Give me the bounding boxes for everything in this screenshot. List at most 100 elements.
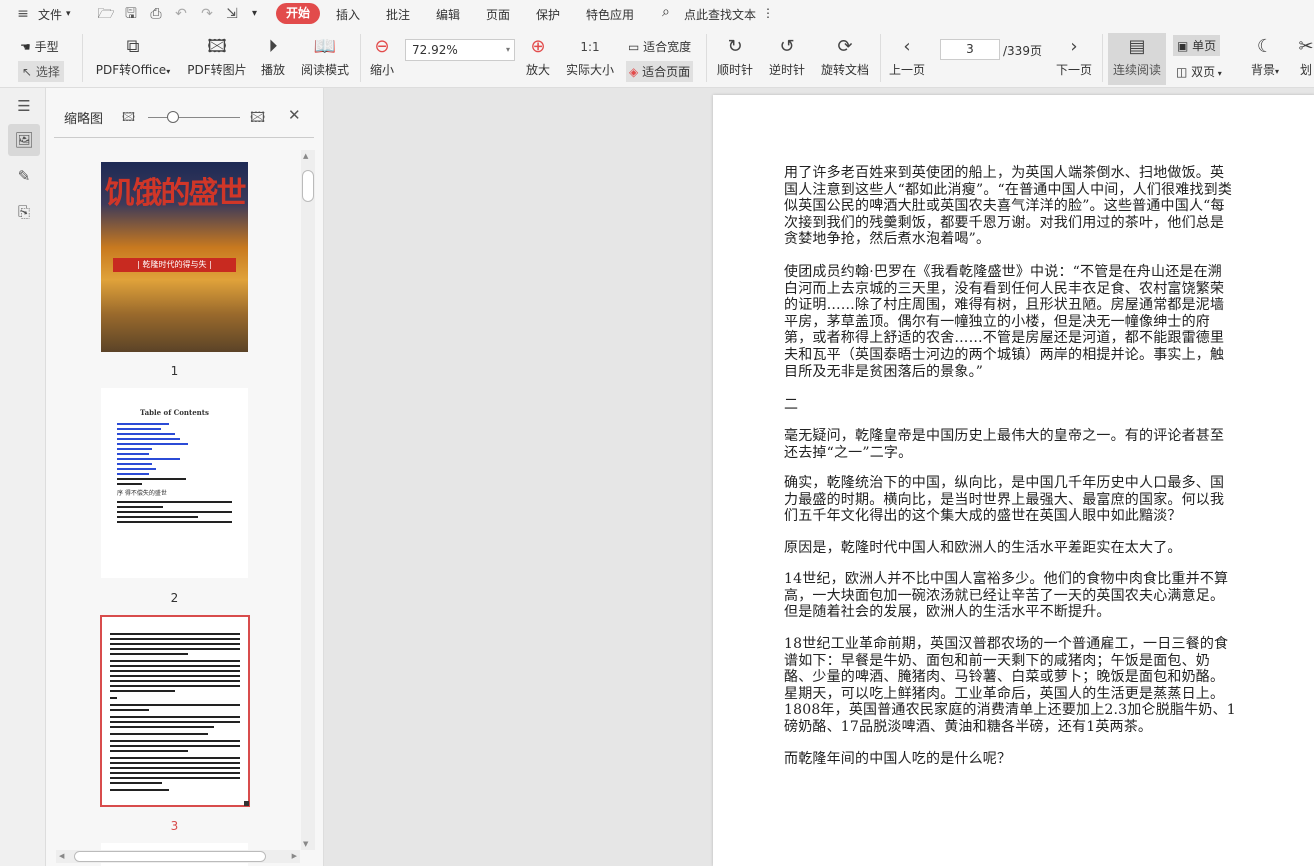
file-menu[interactable]: 文件	[38, 6, 62, 23]
undo-icon[interactable]: ↶	[172, 5, 190, 23]
read-mode-button[interactable]: 📖 阅读模式	[300, 36, 350, 78]
rotate-doc-icon: ⟳	[837, 36, 853, 57]
convert-icon[interactable]: ⇲	[223, 5, 241, 23]
thumbnail-label-2: 2	[170, 591, 179, 605]
zoom-in-icon: ⊕	[530, 36, 546, 57]
thumbnail-icon[interactable]: 🖼	[8, 124, 40, 156]
scrollbar-thumb[interactable]	[302, 170, 314, 202]
slider-handle[interactable]	[167, 111, 179, 123]
next-page-button[interactable]: › 下一页	[1055, 36, 1093, 78]
tab-edit[interactable]: 编辑	[436, 6, 460, 23]
single-page-button[interactable]: ▣ 单页	[1173, 35, 1221, 56]
continuous-icon: ▤	[1128, 36, 1146, 57]
paragraph: 毫无疑问，乾隆皇帝是中国历史上最伟大的皇帝之一。有的评论者甚至还去掉“之一”二字…	[784, 428, 1225, 461]
thumbnail-size-slider[interactable]	[148, 117, 240, 118]
paragraph: 使团成员约翰·巴罗在《我看乾隆盛世》中说：“不管是在舟山还是在溯白河而上去京城的…	[784, 264, 1225, 380]
sidebar-strip: ☰ 🖼 ✎ ⎘	[0, 88, 46, 866]
rotate-ccw-icon: ↺	[779, 36, 795, 57]
tab-insert[interactable]: 插入	[336, 6, 360, 23]
toc-preface: 序 得不偿失的盛世	[117, 490, 167, 497]
chevron-down-icon: ▾	[166, 67, 171, 76]
background-button[interactable]: ☾ 背景▾	[1248, 36, 1282, 78]
thumbnail-label-1: 1	[170, 364, 179, 378]
annotation-icon[interactable]: ✎	[8, 160, 40, 192]
thumbnail-scrollbar[interactable]: ▲ ▼	[301, 150, 315, 850]
play-button[interactable]: ⏵ 播放	[258, 36, 288, 78]
zoom-select[interactable]: 72.92% ▾	[405, 39, 515, 61]
thumbnail-page-2[interactable]: Table of Contents 序 得不偿失的盛世	[101, 388, 248, 578]
thumbnail-panel: 缩略图 🖾 🖾 ✕ 饥饿的盛世 | 乾隆时代的得与失 | 1 Table of …	[46, 88, 324, 866]
continuous-read-button[interactable]: ▤ 连续阅读	[1108, 33, 1166, 85]
chevron-down-icon: ▾	[1275, 67, 1280, 76]
tab-page[interactable]: 页面	[486, 6, 510, 23]
single-page-icon: ▣	[1177, 39, 1189, 53]
image-convert-icon: 🖾	[207, 36, 227, 57]
cut-button[interactable]: ✂ 划	[1298, 36, 1314, 78]
rotate-cw-button[interactable]: ↻ 顺时针	[716, 36, 754, 78]
rotate-doc-button[interactable]: ⟳ 旋转文档	[819, 36, 871, 78]
thumbnail-page-3[interactable]	[100, 615, 250, 807]
open-folder-icon[interactable]: 🗁	[97, 5, 115, 23]
chevron-down-icon[interactable]: ▾	[66, 9, 71, 19]
cover-subtitle: | 乾隆时代的得与失 |	[113, 258, 236, 272]
thumbnail-label-3: 3	[170, 819, 179, 833]
double-page-button[interactable]: ◫ 双页 ▾	[1176, 63, 1222, 80]
scroll-right-icon[interactable]: ▶	[292, 852, 297, 860]
chevron-down-icon: ▾	[1215, 69, 1222, 78]
more-icon[interactable]: ⋮	[762, 6, 774, 20]
thumbnail-panel-title: 缩略图	[64, 112, 104, 127]
print-icon[interactable]: ⎙	[147, 5, 165, 23]
signature-icon[interactable]: ⎘	[8, 196, 40, 228]
book-icon: 📖	[313, 36, 337, 57]
thumbnail-hscrollbar[interactable]: ◀ ▶	[56, 850, 300, 863]
page-number-input[interactable]: 3	[940, 39, 1000, 60]
outline-icon[interactable]: ☰	[8, 90, 40, 122]
hand-tool-button[interactable]: ☚ 手型	[20, 38, 59, 55]
fit-page-icon: ◈	[629, 65, 639, 79]
large-image-icon[interactable]: 🖾	[250, 107, 265, 131]
hscrollbar-thumb[interactable]	[74, 851, 266, 862]
tab-start[interactable]: 开始	[276, 3, 320, 24]
redo-icon[interactable]: ↷	[198, 5, 216, 23]
toolbar: ☚ 手型 ↖ 选择 ⧉ PDF转Office▾ 🖾 PDF转图片 ⏵ 播放 📖 阅读模式…	[0, 28, 1314, 88]
scroll-up-icon[interactable]: ▲	[303, 152, 308, 160]
moon-icon: ☾	[1256, 36, 1274, 57]
cut-icon: ✂	[1298, 36, 1314, 57]
rotate-ccw-button[interactable]: ↺ 逆时针	[768, 36, 806, 78]
save-icon[interactable]: 🖫	[122, 5, 140, 23]
paragraph: 18世纪工业革命前期，英国汉普郡农场的一个普通雇工，一日三餐的食谱如下：早餐是牛…	[784, 636, 1236, 735]
pdf-to-office-button[interactable]: ⧉ PDF转Office▾	[94, 36, 172, 78]
zoom-in-button[interactable]: ⊕ 放大	[524, 36, 552, 78]
chevron-right-icon: ›	[1070, 36, 1078, 57]
actual-size-button[interactable]: 1:1 实际大小	[563, 36, 617, 78]
small-image-icon[interactable]: 🖾	[122, 108, 135, 129]
play-icon: ⏵	[268, 36, 278, 57]
fit-width-button[interactable]: ▭ 适合宽度	[628, 38, 691, 55]
search-icon[interactable]: ⌕	[662, 4, 670, 20]
document-area: 用了许多老百姓来到英使团的船上，为英国人端茶倒水、扫地做饭。英国人注意到这些人“…	[324, 88, 1314, 866]
thumbnail-page-1[interactable]: 饥饿的盛世 | 乾隆时代的得与失 |	[101, 162, 248, 352]
menu-bar: ≡ 文件 ▾ 🗁 🖫 ⎙ ↶ ↷ ⇲ ▾ 开始 插入 批注 编辑 页面 保护 特…	[0, 0, 1314, 28]
tab-features[interactable]: 特色应用	[586, 6, 634, 23]
search-text-button[interactable]: 点此查找文本	[684, 6, 756, 23]
paragraph: 原因是，乾隆时代中国人和欧洲人的生活水平差距实在太大了。	[784, 540, 1182, 556]
hamburger-icon[interactable]: ≡	[14, 5, 32, 23]
document-page: 用了许多老百姓来到英使团的船上，为英国人端茶倒水、扫地做饭。英国人注意到这些人“…	[713, 95, 1314, 866]
paragraph: 而乾隆年间的中国人吃的是什么呢？	[784, 751, 1012, 767]
tab-annotate[interactable]: 批注	[386, 6, 410, 23]
fit-page-button[interactable]: ◈ 适合页面	[626, 61, 694, 82]
pdf-to-image-button[interactable]: 🖾 PDF转图片	[187, 36, 247, 78]
zoom-out-button[interactable]: ⊖ 缩小	[368, 36, 396, 78]
select-tool-button[interactable]: ↖ 选择	[18, 61, 64, 82]
more-chevron-icon[interactable]: ▾	[252, 8, 257, 19]
hand-icon: ☚	[20, 40, 31, 54]
prev-page-button[interactable]: ‹ 上一页	[888, 36, 926, 78]
tab-protect[interactable]: 保护	[536, 6, 560, 23]
zoom-out-icon: ⊖	[374, 36, 390, 57]
scroll-down-icon[interactable]: ▼	[303, 840, 308, 848]
close-icon[interactable]: ✕	[288, 106, 301, 124]
scroll-left-icon[interactable]: ◀	[59, 852, 64, 860]
fit-width-icon: ▭	[628, 40, 640, 54]
pdf-office-icon: ⧉	[126, 36, 140, 57]
chevron-down-icon: ▾	[505, 45, 510, 54]
